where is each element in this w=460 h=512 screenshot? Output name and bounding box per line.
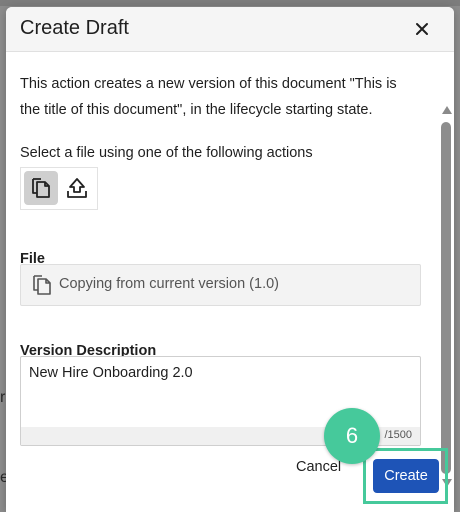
copy-icon: [33, 275, 51, 295]
create-button[interactable]: Create: [373, 459, 439, 493]
scrollbar-thumb[interactable]: [441, 122, 451, 474]
action-description: This action creates a new version of thi…: [20, 76, 397, 118]
upload-icon: [67, 178, 87, 198]
upload-file-button[interactable]: [60, 171, 94, 205]
cancel-button[interactable]: Cancel: [296, 459, 341, 475]
background-page-edge: [0, 0, 460, 6]
dialog-body: This action creates a new version of thi…: [6, 52, 454, 512]
dialog-header: Create Draft: [6, 7, 454, 52]
close-icon: [416, 23, 428, 35]
file-source-text: Copying from current version (1.0): [59, 276, 279, 292]
file-action-group: [20, 167, 98, 210]
character-counter: /1500: [384, 429, 412, 441]
dialog-title: Create Draft: [20, 17, 129, 39]
step-number-badge: 6: [324, 408, 380, 464]
file-source-field: Copying from current version (1.0): [20, 264, 421, 306]
select-file-label: Select a file using one of the following…: [20, 145, 313, 161]
create-draft-dialog: Create Draft This action creates a new v…: [6, 7, 454, 512]
scroll-up-arrow-icon[interactable]: [442, 106, 452, 114]
copy-icon: [32, 178, 50, 198]
copy-current-version-button[interactable]: [24, 171, 58, 205]
dialog-scrollbar[interactable]: [439, 102, 453, 492]
background-text-fragment: r: [0, 389, 6, 406]
close-button[interactable]: [410, 17, 434, 41]
